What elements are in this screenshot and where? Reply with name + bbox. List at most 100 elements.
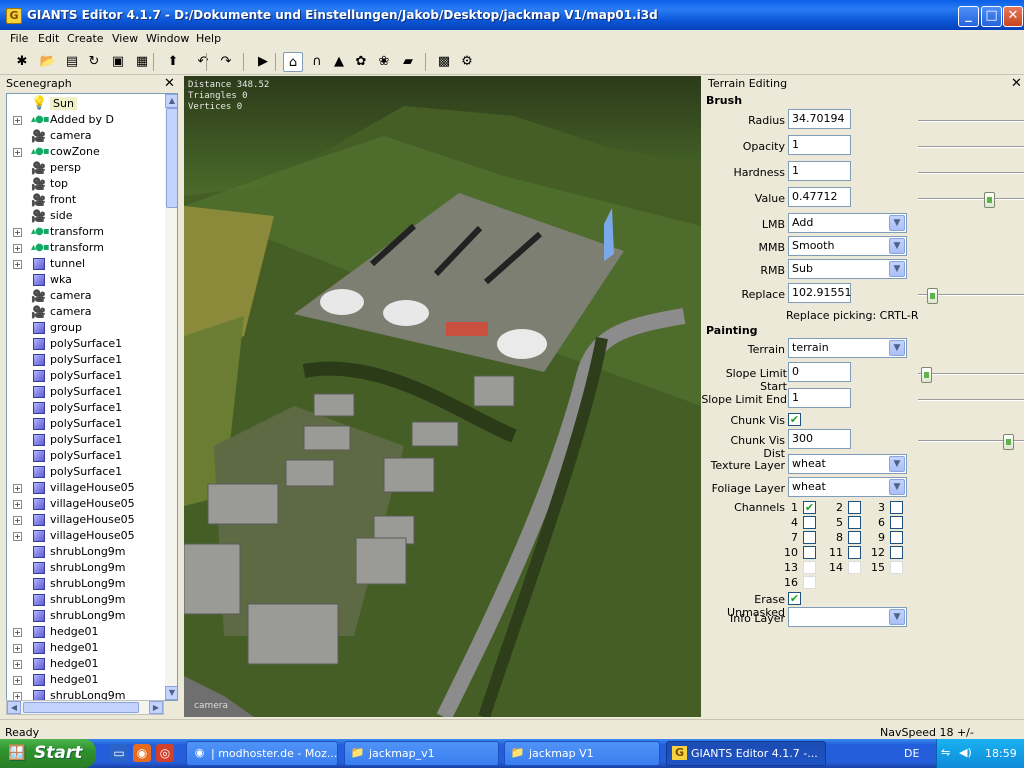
scenegraph-tree[interactable]: 💡 Sun + ▴●▪ Added by D 🎥 camera + ▴●▪ cowZone 🎥 per… — [6, 93, 178, 701]
replace-slider-knob[interactable] — [927, 288, 938, 304]
scenegraph-vertical-scrollbar[interactable]: ▲ ▼ — [165, 94, 177, 700]
scenegraph-node[interactable]: polySurface1 — [7, 464, 163, 480]
menu-file[interactable]: File — [10, 32, 28, 45]
maximize-button[interactable]: □ — [981, 6, 1002, 27]
scenegraph-node[interactable]: + villageHouse05 — [7, 496, 163, 512]
checker-icon[interactable]: ▩ — [434, 52, 454, 72]
opacity-slider[interactable] — [918, 146, 1024, 148]
mmb-select[interactable]: Smooth ▼ — [788, 236, 907, 256]
channel-checkbox[interactable] — [848, 516, 861, 529]
scenegraph-node[interactable]: + hedge01 — [7, 624, 163, 640]
scenegraph-horizontal-scrollbar[interactable]: ◀ ▶ — [6, 700, 164, 715]
channel-checkbox[interactable] — [803, 546, 816, 559]
title-bar[interactable]: G GIANTS Editor 4.1.7 - D:/Dokumente und… — [0, 0, 1024, 30]
scenegraph-node[interactable]: + villageHouse05 — [7, 512, 163, 528]
undo-icon[interactable]: ↶ — [193, 52, 213, 72]
tray-volume-icon[interactable]: ◀) — [959, 746, 972, 759]
taskbar-button[interactable]: ◉ | modhoster.de - Moz... — [186, 741, 338, 766]
channel-checkbox[interactable] — [803, 531, 816, 544]
scenegraph-scroll-thumb[interactable] — [166, 108, 177, 208]
channel-checkbox[interactable] — [890, 531, 903, 544]
scenegraph-node[interactable]: polySurface1 — [7, 432, 163, 448]
menu-view[interactable]: View — [112, 32, 138, 45]
lmb-select[interactable]: Add ▼ — [788, 213, 907, 233]
foliage-layer-select[interactable]: wheat ▼ — [788, 477, 907, 497]
scroll-up-arrow-icon[interactable]: ▲ — [165, 94, 177, 108]
language-indicator[interactable]: DE — [904, 747, 919, 760]
slope-end-field[interactable]: 1 — [788, 388, 851, 408]
scenegraph-node[interactable]: 🎥 camera — [7, 128, 163, 144]
chevron-down-icon[interactable]: ▼ — [889, 238, 905, 254]
erase-unmasked-checkbox[interactable]: ✔ — [788, 592, 801, 605]
rmb-select[interactable]: Sub ▼ — [788, 259, 907, 279]
radius-field[interactable]: 34.70194 — [788, 109, 851, 129]
channel-checkbox[interactable] — [803, 576, 816, 589]
scene-render[interactable] — [184, 76, 701, 717]
taskbar-button[interactable]: 📁 jackmap V1 — [504, 741, 660, 766]
value-slider-knob[interactable] — [984, 192, 995, 208]
expand-icon[interactable]: + — [13, 148, 22, 157]
channel-checkbox[interactable] — [848, 546, 861, 559]
save-icon[interactable]: ▣ — [108, 52, 128, 72]
expand-icon[interactable]: + — [13, 244, 22, 253]
scenegraph-node[interactable]: + hedge01 — [7, 640, 163, 656]
menu-create[interactable]: Create — [67, 32, 104, 45]
expand-icon[interactable]: + — [13, 628, 22, 637]
channel-checkbox[interactable] — [890, 561, 903, 574]
scenegraph-node[interactable]: 🎥 side — [7, 208, 163, 224]
scenegraph-node[interactable]: + hedge01 — [7, 672, 163, 688]
menu-window[interactable]: Window — [146, 32, 189, 45]
scenegraph-node[interactable]: wka — [7, 272, 163, 288]
terrain-select[interactable]: terrain ▼ — [788, 338, 907, 358]
scenegraph-node[interactable]: polySurface1 — [7, 352, 163, 368]
show-desktop-icon[interactable]: ▭ — [110, 744, 128, 762]
scenegraph-node[interactable]: shrubLong9m — [7, 608, 163, 624]
foliage-paint-icon[interactable]: ✿ — [351, 52, 371, 72]
chunk-vis-dist-slider[interactable] — [918, 434, 1024, 450]
scenegraph-node[interactable]: polySurface1 — [7, 448, 163, 464]
texture-layer-select[interactable]: wheat ▼ — [788, 454, 907, 474]
channel-checkbox[interactable] — [890, 516, 903, 529]
scenegraph-node[interactable]: + ▴●▪ Added by D — [7, 112, 163, 128]
scroll-left-arrow-icon[interactable]: ◀ — [7, 701, 21, 714]
firefox-quicklaunch-icon[interactable]: ◉ — [133, 744, 151, 762]
expand-icon[interactable]: + — [13, 644, 22, 653]
scenegraph-node[interactable]: shrubLong9m — [7, 576, 163, 592]
channel-checkbox[interactable]: ✔ — [803, 501, 816, 514]
chunk-vis-dist-field[interactable]: 300 — [788, 429, 851, 449]
refresh-icon[interactable]: ↻ — [84, 52, 104, 72]
3d-viewport[interactable]: Distance 348.52 Triangles 0 Vertices 0 c… — [184, 76, 701, 717]
open-file-icon[interactable]: 📂 — [38, 52, 58, 72]
opacity-field[interactable]: 1 — [788, 135, 851, 155]
scenegraph-node[interactable]: polySurface1 — [7, 416, 163, 432]
chevron-down-icon[interactable]: ▼ — [889, 609, 905, 625]
channel-checkbox[interactable] — [803, 561, 816, 574]
info-layer-select[interactable]: ▼ — [788, 607, 907, 627]
slope-end-slider[interactable] — [918, 399, 1024, 401]
scroll-right-arrow-icon[interactable]: ▶ — [149, 701, 163, 714]
channel-checkbox[interactable] — [848, 501, 861, 514]
taskbar-button[interactable]: G GIANTS Editor 4.1.7 -... — [666, 741, 826, 766]
scenegraph-node[interactable]: polySurface1 — [7, 400, 163, 416]
menu-edit[interactable]: Edit — [38, 32, 59, 45]
chevron-down-icon[interactable]: ▼ — [889, 215, 905, 231]
expand-icon[interactable]: + — [13, 116, 22, 125]
chunk-vis-dist-slider-knob[interactable] — [1003, 434, 1014, 450]
channel-checkbox[interactable] — [890, 546, 903, 559]
scenegraph-node[interactable]: shrubLong9m — [7, 592, 163, 608]
chevron-down-icon[interactable]: ▼ — [889, 479, 905, 495]
hardness-slider[interactable] — [918, 172, 1024, 174]
scenegraph-hscroll-thumb[interactable] — [23, 702, 139, 713]
browser-quicklaunch-icon[interactable]: ◎ — [156, 744, 174, 762]
channel-checkbox[interactable] — [803, 516, 816, 529]
expand-icon[interactable]: + — [13, 500, 22, 509]
scenegraph-node[interactable]: + villageHouse05 — [7, 480, 163, 496]
terrain-paint-icon[interactable]: ▲ — [329, 52, 349, 72]
scenegraph-node[interactable]: 🎥 persp — [7, 160, 163, 176]
start-button[interactable]: 🪟 Start — [0, 739, 96, 768]
terrain-editing-close-icon[interactable]: ✕ — [1011, 76, 1022, 91]
redo-icon[interactable]: ↷ — [216, 52, 236, 72]
taskbar-button[interactable]: 📁 jackmap_v1 — [344, 741, 499, 766]
scenegraph-node[interactable]: + ▴●▪ transform — [7, 224, 163, 240]
expand-icon[interactable]: + — [13, 516, 22, 525]
